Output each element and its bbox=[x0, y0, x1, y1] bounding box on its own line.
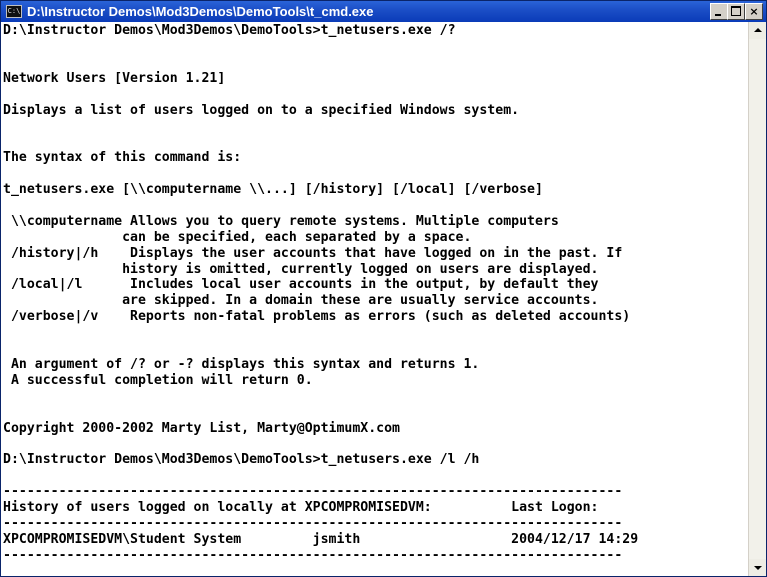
console-line: History of users logged on locally at XP… bbox=[3, 500, 599, 515]
scroll-down-button[interactable] bbox=[749, 559, 766, 576]
console-line: Copyright 2000-2002 Marty List, Marty@Op… bbox=[3, 420, 400, 436]
close-button[interactable]: × bbox=[745, 3, 763, 20]
console-line: are skipped. In a domain these are usual… bbox=[3, 293, 599, 309]
console-line: XPCOMPROMISEDVM\Student System jsmith 20… bbox=[3, 531, 639, 547]
console-line: A successful completion will return 0. bbox=[3, 372, 313, 388]
console-line: history is omitted, currently logged on … bbox=[3, 261, 599, 277]
console-line: ----------------------------------------… bbox=[3, 515, 623, 531]
console-line: ----------------------------------------… bbox=[3, 547, 623, 563]
title-bar[interactable]: C:\ D:\Instructor Demos\Mod3Demos\DemoTo… bbox=[1, 1, 766, 22]
console-line: ----------------------------------------… bbox=[3, 484, 623, 500]
window-title: D:\Instructor Demos\Mod3Demos\DemoTools\… bbox=[27, 4, 374, 19]
scroll-track[interactable] bbox=[749, 39, 766, 559]
console-line: /verbose|/v Reports non-fatal problems a… bbox=[3, 309, 631, 325]
cmd-icon[interactable]: C:\ bbox=[6, 5, 22, 18]
minimize-button[interactable] bbox=[710, 3, 728, 20]
console-line: Network Users [Version 1.21] bbox=[3, 70, 226, 86]
console-window: C:\ D:\Instructor Demos\Mod3Demos\DemoTo… bbox=[0, 0, 767, 577]
console-line: t_netusers.exe [\\computername \\...] [/… bbox=[3, 182, 543, 197]
console-line: An argument of /? or -? displays this sy… bbox=[3, 356, 480, 372]
console-line: D:\Instructor Demos\Mod3Demos\DemoTools>… bbox=[3, 452, 480, 468]
console-line: \\computername Allows you to query remot… bbox=[3, 213, 559, 229]
scroll-up-button[interactable] bbox=[749, 22, 766, 39]
console-line: The syntax of this command is: bbox=[3, 150, 242, 166]
console-line: D:\Instructor Demos\Mod3Demos\DemoTools>… bbox=[3, 23, 456, 38]
console-line: /history|/h Displays the user accounts t… bbox=[3, 245, 623, 261]
console-line: /local|/l Includes local user accounts i… bbox=[3, 277, 599, 293]
console-line: Displays a list of users logged on to a … bbox=[3, 102, 520, 118]
console-line: can be specified, each separated by a sp… bbox=[3, 229, 472, 245]
console-output[interactable]: D:\Instructor Demos\Mod3Demos\DemoTools>… bbox=[1, 22, 748, 576]
vertical-scrollbar[interactable] bbox=[748, 22, 766, 576]
maximize-button[interactable] bbox=[727, 3, 745, 20]
